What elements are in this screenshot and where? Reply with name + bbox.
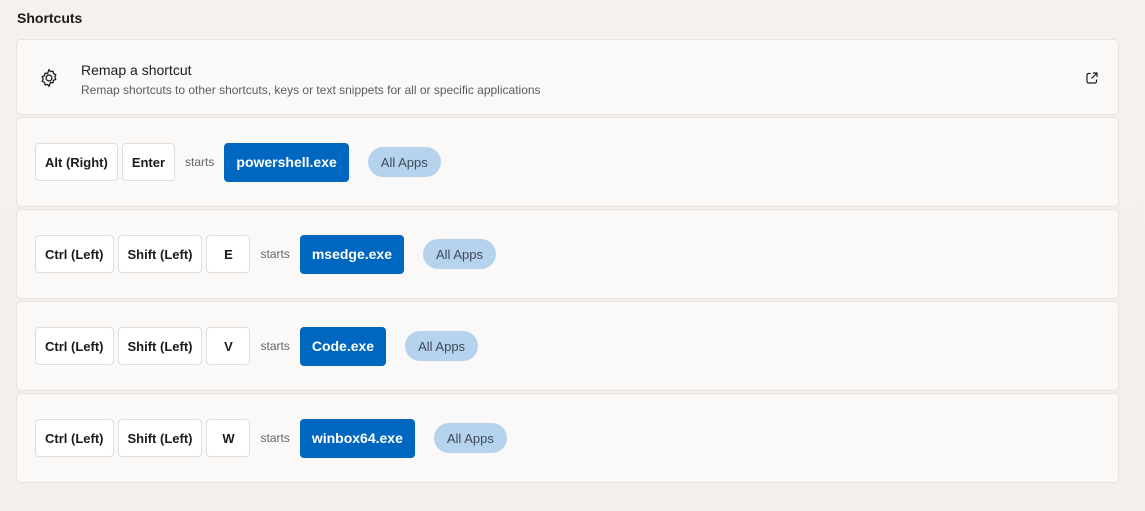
key-cap: Ctrl (Left): [35, 235, 114, 273]
key-cap: Shift (Left): [117, 235, 203, 273]
starts-label: starts: [185, 155, 215, 169]
scope-pill: All Apps: [433, 423, 507, 453]
key-cap: Ctrl (Left): [35, 327, 114, 365]
key-cap: V: [206, 327, 251, 365]
shortcut-row[interactable]: Alt (Right) Enter starts powershell.exe …: [16, 117, 1119, 207]
app-button[interactable]: msedge.exe: [299, 234, 404, 274]
key-cap: Shift (Left): [117, 419, 203, 457]
app-button[interactable]: Code.exe: [299, 326, 387, 366]
starts-label: starts: [260, 247, 290, 261]
key-cap: E: [206, 235, 251, 273]
scope-pill: All Apps: [405, 331, 479, 361]
shortcut-row[interactable]: Ctrl (Left) Shift (Left) W starts winbox…: [16, 393, 1119, 483]
starts-label: starts: [260, 431, 290, 445]
starts-label: starts: [260, 339, 290, 353]
key-cap: Alt (Right): [35, 143, 118, 181]
external-link-icon[interactable]: [1084, 70, 1100, 86]
remap-shortcut-card[interactable]: Remap a shortcut Remap shortcuts to othe…: [16, 39, 1119, 115]
remap-description: Remap shortcuts to other shortcuts, keys…: [81, 83, 541, 97]
remap-title: Remap a shortcut: [81, 62, 192, 78]
shortcut-row[interactable]: Ctrl (Left) Shift (Left) V starts Code.e…: [16, 301, 1119, 391]
shortcut-row[interactable]: Ctrl (Left) Shift (Left) E starts msedge…: [16, 209, 1119, 299]
scope-pill: All Apps: [367, 147, 441, 177]
section-title: Shortcuts: [17, 10, 83, 26]
key-cap: Enter: [121, 143, 176, 181]
app-button[interactable]: powershell.exe: [224, 142, 349, 182]
scope-pill: All Apps: [423, 239, 496, 269]
app-button[interactable]: winbox64.exe: [299, 418, 415, 458]
gear-icon: [38, 67, 60, 89]
key-cap: Ctrl (Left): [35, 419, 114, 457]
key-cap: Shift (Left): [117, 327, 203, 365]
key-cap: W: [206, 419, 251, 457]
